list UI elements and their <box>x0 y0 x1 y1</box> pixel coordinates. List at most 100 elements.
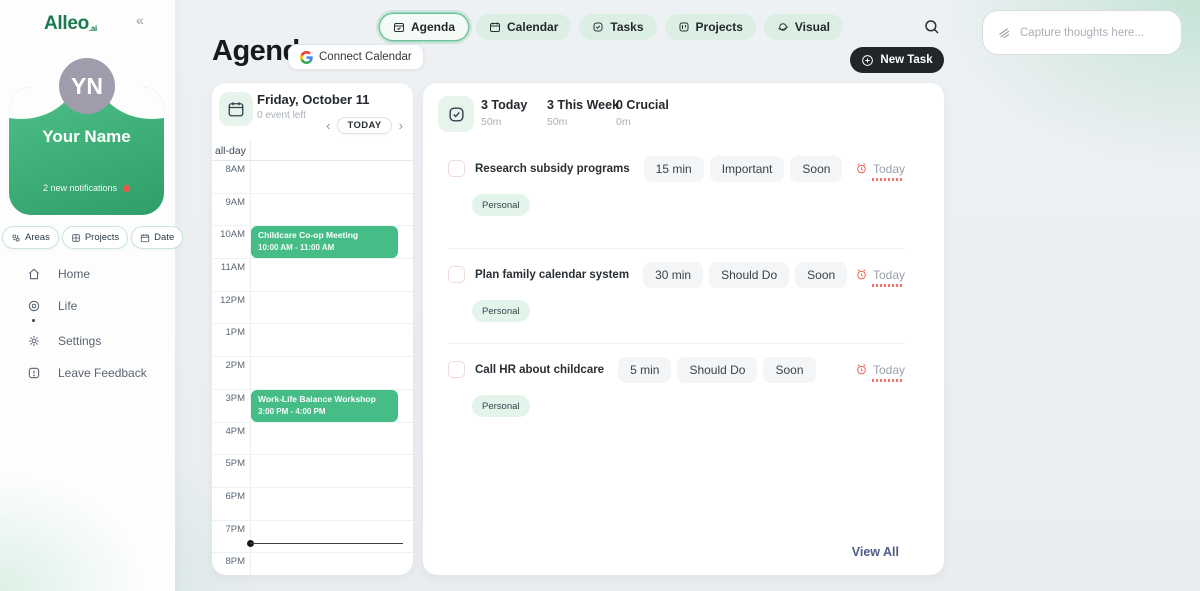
new-task-button[interactable]: New Task <box>850 47 944 73</box>
stat-crucial: 0 Crucial 0m <box>616 98 669 128</box>
tasks-header-icon-box <box>438 96 474 132</box>
hour-label: 2PM <box>212 360 245 371</box>
nav-label: Life <box>58 299 77 313</box>
event-time: 10:00 AM - 11:00 AM <box>258 243 391 252</box>
tab-visual[interactable]: Visual <box>764 14 843 40</box>
calendar-event[interactable]: Work-Life Balance Workshop 3:00 PM - 4:0… <box>251 390 398 422</box>
urgency-pill[interactable]: Soon <box>790 156 842 182</box>
task-checkbox[interactable] <box>448 361 465 378</box>
calendar-hour-row[interactable]: 4PM <box>212 423 413 456</box>
hour-label: 11AM <box>212 262 245 273</box>
life-indicator-dot <box>32 319 35 322</box>
today-button[interactable]: TODAY <box>337 117 391 134</box>
calendar-date-title: Friday, October 11 <box>257 92 369 107</box>
calendar-hour-row[interactable]: 8PM <box>212 553 413 575</box>
due-underline-icon <box>872 284 902 287</box>
sidebar-collapse-icon[interactable]: « <box>136 12 144 28</box>
due-underline-icon <box>872 178 902 181</box>
urgency-pill[interactable]: Soon <box>763 357 815 383</box>
tab-projects[interactable]: Projects <box>665 14 756 40</box>
hour-label: 10AM <box>212 229 245 240</box>
sidebar-item-life[interactable]: Life <box>27 298 147 313</box>
chip-label: Areas <box>25 232 50 243</box>
app-logo[interactable]: Alleo.ai <box>44 13 97 35</box>
calendar-panel: Friday, October 11 0 event left ‹ TODAY … <box>212 83 413 575</box>
view-all-link[interactable]: View All <box>852 545 899 559</box>
task-checkbox[interactable] <box>448 160 465 177</box>
stat-minutes: 0m <box>616 116 669 128</box>
stat-label: 0 Crucial <box>616 98 669 112</box>
tab-agenda[interactable]: Agenda <box>380 14 468 40</box>
due-label: Today <box>873 363 905 377</box>
home-icon <box>27 267 41 281</box>
calendar-header-icon-box <box>219 92 253 126</box>
grid-icon <box>71 233 81 243</box>
calendar-hour-row[interactable]: 5PM <box>212 455 413 488</box>
all-day-row[interactable]: all-day <box>212 141 413 161</box>
task-due[interactable]: Today <box>855 363 905 377</box>
duration-pill[interactable]: 15 min <box>644 156 704 182</box>
calendar-hour-row[interactable]: 6PM <box>212 488 413 521</box>
prev-day-button[interactable]: ‹ <box>326 117 330 134</box>
priority-pill[interactable]: Important <box>710 156 785 182</box>
chip-projects[interactable]: Projects <box>62 226 128 249</box>
tag-personal[interactable]: Personal <box>472 395 530 417</box>
calendar-grid: all-day 8AM 9AM 10AM 11AM 12PM 1PM 2PM 3… <box>212 141 413 575</box>
next-day-button[interactable]: › <box>399 117 403 134</box>
current-time-line <box>250 543 403 544</box>
calendar-events-left: 0 event left <box>257 110 306 121</box>
notifications-link[interactable]: 2 new notifications <box>9 183 164 193</box>
tasks-panel: 3 Today 50m 3 This Week 50m 0 Crucial 0m… <box>423 83 944 575</box>
sidebar-item-leave-feedback[interactable]: Leave Feedback <box>27 365 147 380</box>
logo-text: Alleo <box>44 13 89 34</box>
chip-date[interactable]: Date <box>131 226 183 249</box>
chip-label: Date <box>154 232 174 243</box>
sidebar: Alleo.ai « Your Name 2 new notifications… <box>0 0 175 591</box>
capture-box[interactable] <box>982 10 1182 55</box>
hour-label: 1PM <box>212 327 245 338</box>
due-label: Today <box>873 162 905 176</box>
visual-icon <box>777 21 789 33</box>
duration-pill[interactable]: 30 min <box>643 262 703 288</box>
urgency-pill[interactable]: Soon <box>795 262 847 288</box>
connect-calendar-button[interactable]: Connect Calendar <box>288 44 424 70</box>
sidebar-nav: Home Life Settings Leave Feedback <box>27 266 147 397</box>
calendar-hour-row[interactable]: 2PM <box>212 357 413 390</box>
search-icon <box>923 18 941 36</box>
priority-pill[interactable]: Should Do <box>677 357 757 383</box>
calendar-hour-row[interactable]: 7PM <box>212 521 413 554</box>
tag-personal[interactable]: Personal <box>472 194 530 216</box>
calendar-hour-row[interactable]: 1PM <box>212 324 413 357</box>
sidebar-item-home[interactable]: Home <box>27 266 147 281</box>
tab-tasks[interactable]: Tasks <box>579 14 656 40</box>
duration-pill[interactable]: 5 min <box>618 357 671 383</box>
task-due[interactable]: Today <box>855 268 905 282</box>
tab-calendar[interactable]: Calendar <box>476 14 571 40</box>
event-title: Childcare Co-op Meeting <box>258 230 391 240</box>
avatar[interactable]: YN <box>59 58 115 114</box>
stat-minutes: 50m <box>481 116 527 128</box>
chip-areas[interactable]: Areas <box>2 226 59 249</box>
tag-personal[interactable]: Personal <box>472 300 530 322</box>
calendar-hour-row[interactable]: 9AM <box>212 194 413 227</box>
capture-input[interactable] <box>1020 27 1160 39</box>
calendar-hour-row[interactable]: 12PM <box>212 292 413 325</box>
calendar-hour-row[interactable]: 8AM <box>212 161 413 194</box>
sidebar-item-settings[interactable]: Settings <box>27 333 147 348</box>
task-pills: 15 min Important Soon <box>644 156 843 182</box>
calendar-hour-row[interactable]: 11AM <box>212 259 413 292</box>
nav-label: Home <box>58 267 90 281</box>
priority-pill[interactable]: Should Do <box>709 262 789 288</box>
due-label: Today <box>873 268 905 282</box>
task-list: Research subsidy programs 15 min Importa… <box>448 155 905 438</box>
task-checkbox[interactable] <box>448 266 465 283</box>
task-due[interactable]: Today <box>855 162 905 176</box>
notifications-text: 2 new notifications <box>43 183 117 193</box>
hour-label: 8PM <box>212 556 245 567</box>
search-button[interactable] <box>923 18 945 40</box>
hour-label: 12PM <box>212 295 245 306</box>
calendar-event[interactable]: Childcare Co-op Meeting 10:00 AM - 11:00… <box>251 226 398 258</box>
tab-label: Agenda <box>411 20 455 34</box>
task-tag-row: Personal <box>448 395 905 417</box>
notification-dot-icon <box>123 185 130 192</box>
